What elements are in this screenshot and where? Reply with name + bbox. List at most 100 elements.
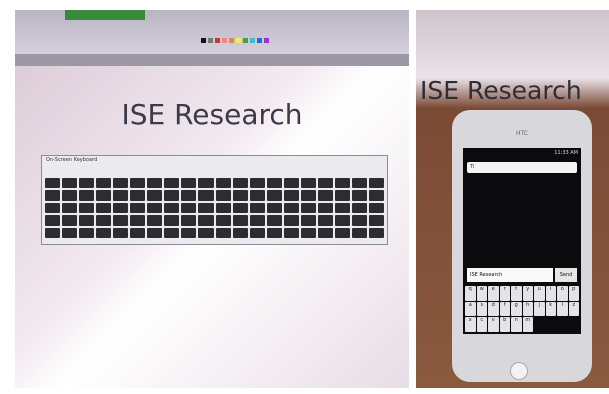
phone-key[interactable]: k — [545, 301, 556, 317]
keyboard-key[interactable] — [232, 190, 248, 201]
keyboard-key[interactable] — [96, 178, 112, 189]
keyboard-key[interactable] — [113, 178, 129, 189]
keyboard-key[interactable] — [249, 227, 265, 238]
keyboard-key[interactable] — [96, 202, 112, 214]
keyboard-key[interactable] — [351, 215, 367, 226]
keyboard-key[interactable] — [300, 215, 316, 226]
keyboard-key[interactable] — [198, 215, 214, 226]
keyboard-key[interactable] — [317, 202, 333, 214]
keyboard-key[interactable] — [249, 215, 265, 226]
keyboard-key[interactable] — [198, 190, 214, 201]
keyboard-key[interactable] — [283, 215, 299, 226]
phone-key[interactable]: t — [511, 286, 522, 301]
keyboard-key[interactable] — [96, 215, 112, 226]
keyboard-key[interactable] — [79, 227, 95, 238]
phone-key[interactable]: p — [568, 286, 579, 301]
phone-key[interactable]: z — [568, 301, 579, 317]
keyboard-key[interactable] — [45, 215, 61, 226]
keyboard-key[interactable] — [164, 227, 180, 238]
keyboard-key[interactable] — [181, 202, 197, 214]
phone-key[interactable]: d — [488, 301, 499, 317]
send-button[interactable]: Send — [555, 268, 577, 282]
keyboard-key[interactable] — [368, 202, 384, 214]
keyboard-key[interactable] — [215, 190, 231, 201]
phone-key[interactable]: x — [465, 317, 476, 332]
keyboard-key[interactable] — [130, 227, 146, 238]
phone-key[interactable]: l — [557, 301, 568, 317]
keyboard-key[interactable] — [249, 202, 265, 214]
keyboard-key[interactable] — [351, 227, 367, 238]
phone-key[interactable]: e — [488, 286, 499, 301]
keyboard-key[interactable] — [215, 215, 231, 226]
phone-key[interactable]: w — [476, 286, 487, 301]
keyboard-key[interactable] — [249, 178, 265, 189]
keyboard-key[interactable] — [283, 178, 299, 189]
phone-key[interactable]: j — [534, 301, 545, 317]
keyboard-key[interactable] — [113, 227, 129, 238]
phone-key[interactable]: f — [499, 301, 510, 317]
keyboard-key[interactable] — [62, 202, 78, 214]
keyboard-key[interactable] — [334, 190, 350, 201]
keyboard-key[interactable] — [62, 178, 78, 189]
keyboard-key[interactable] — [334, 202, 350, 214]
phone-key[interactable]: o — [557, 286, 568, 301]
keyboard-key[interactable] — [215, 227, 231, 238]
keyboard-key[interactable] — [45, 190, 61, 201]
keyboard-key[interactable] — [368, 190, 384, 201]
keyboard-key[interactable] — [300, 178, 316, 189]
phone-key[interactable]: a — [465, 301, 476, 317]
keyboard-key[interactable] — [45, 178, 61, 189]
keyboard-key[interactable] — [351, 190, 367, 201]
keyboard-key[interactable] — [283, 190, 299, 201]
keyboard-key[interactable] — [79, 190, 95, 201]
keyboard-key[interactable] — [317, 190, 333, 201]
keyboard-key[interactable] — [130, 178, 146, 189]
keyboard-key[interactable] — [181, 215, 197, 226]
keyboard-key[interactable] — [351, 202, 367, 214]
keyboard-key[interactable] — [232, 227, 248, 238]
keyboard-key[interactable] — [317, 227, 333, 238]
keyboard-key[interactable] — [283, 202, 299, 214]
keyboard-key[interactable] — [113, 215, 129, 226]
keyboard-key[interactable] — [198, 202, 214, 214]
keyboard-key[interactable] — [266, 178, 282, 189]
keyboard-key[interactable] — [164, 215, 180, 226]
keyboard-key[interactable] — [45, 202, 61, 214]
phone-key[interactable]: b — [499, 317, 510, 332]
phone-key[interactable]: r — [499, 286, 510, 301]
keyboard-key[interactable] — [334, 178, 350, 189]
keyboard-key[interactable] — [300, 202, 316, 214]
keyboard-key[interactable] — [181, 190, 197, 201]
keyboard-key[interactable] — [62, 227, 78, 238]
home-button[interactable] — [510, 362, 528, 380]
keyboard-key[interactable] — [368, 215, 384, 226]
keyboard-key[interactable] — [147, 178, 163, 189]
keyboard-key[interactable] — [283, 227, 299, 238]
keyboard-key[interactable] — [181, 178, 197, 189]
keyboard-key[interactable] — [45, 227, 61, 238]
keyboard-key[interactable] — [79, 215, 95, 226]
search-input[interactable]: Ti — [467, 162, 577, 173]
keyboard-key[interactable] — [334, 215, 350, 226]
phone-key[interactable]: h — [522, 301, 533, 317]
keyboard-key[interactable] — [147, 215, 163, 226]
keyboard-key[interactable] — [130, 190, 146, 201]
keyboard-key[interactable] — [181, 227, 197, 238]
phone-key[interactable]: s — [476, 301, 487, 317]
keyboard-key[interactable] — [130, 215, 146, 226]
keyboard-key[interactable] — [368, 227, 384, 238]
keyboard-key[interactable] — [164, 202, 180, 214]
keyboard-key[interactable] — [266, 202, 282, 214]
keyboard-key[interactable] — [317, 178, 333, 189]
keyboard-key[interactable] — [164, 178, 180, 189]
keyboard-key[interactable] — [368, 178, 384, 189]
keyboard-key[interactable] — [334, 227, 350, 238]
phone-key[interactable]: y — [522, 286, 533, 301]
phone-key[interactable]: i — [545, 286, 556, 301]
phone-key[interactable]: m — [522, 317, 533, 332]
keyboard-key[interactable] — [300, 227, 316, 238]
keyboard-key[interactable] — [198, 178, 214, 189]
keyboard-key[interactable] — [147, 227, 163, 238]
keyboard-key[interactable] — [96, 190, 112, 201]
keyboard-key[interactable] — [130, 202, 146, 214]
